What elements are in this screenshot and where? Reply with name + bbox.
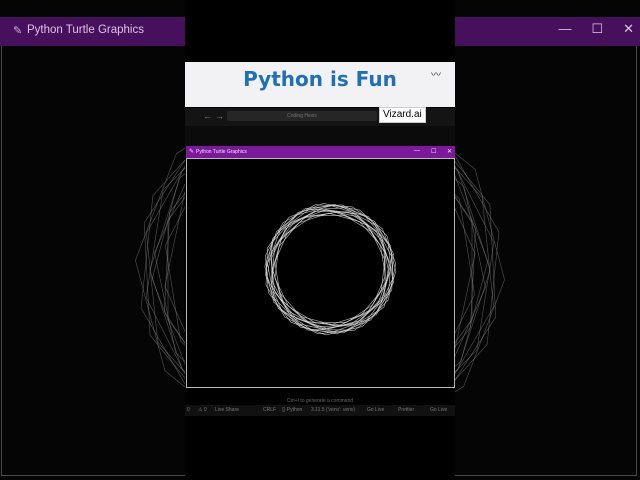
- editor-hint: Ctrl+I to generate a command: [286, 398, 354, 404]
- feather-icon: ✎: [189, 149, 195, 155]
- close-icon[interactable]: ✕: [447, 148, 452, 155]
- minimize-icon[interactable]: —: [414, 148, 420, 154]
- doodle-icon: 〰: [431, 70, 441, 81]
- status-item-interpreter[interactable]: 3.11.5 ('venv': venv): [311, 407, 355, 413]
- status-item-errors[interactable]: 0: [187, 407, 190, 413]
- back-arrow-icon[interactable]: ←: [203, 111, 212, 121]
- spirograph-drawing: [264, 203, 397, 336]
- status-item-live-share[interactable]: Live Share: [215, 407, 239, 413]
- status-item-prettier[interactable]: Prettier: [398, 407, 414, 413]
- banner-title: Python is Fun: [243, 67, 397, 91]
- video-panel: Python is Fun 〰 ← → Coding Hexis Vizard.…: [185, 0, 455, 480]
- status-item-warnings[interactable]: ⚠ 0: [198, 407, 207, 413]
- status-item-eol[interactable]: CRLF: [263, 407, 276, 413]
- status-item-go-live[interactable]: Go Live: [367, 407, 384, 413]
- status-item-go-live-2[interactable]: Go Live: [430, 407, 447, 413]
- title-banner: Python is Fun 〰: [185, 62, 455, 107]
- maximize-icon[interactable]: ☐: [431, 148, 436, 155]
- command-search-input[interactable]: Coding Hexis: [227, 111, 377, 121]
- editor-area: [185, 126, 455, 146]
- watermark-badge: Vizard.ai: [379, 107, 426, 123]
- forward-arrow-icon[interactable]: →: [215, 111, 224, 121]
- turtle-window-title: Python Turtle Graphics: [196, 149, 247, 155]
- status-item-language[interactable]: {} Python: [282, 407, 302, 413]
- turtle-canvas[interactable]: [186, 158, 455, 388]
